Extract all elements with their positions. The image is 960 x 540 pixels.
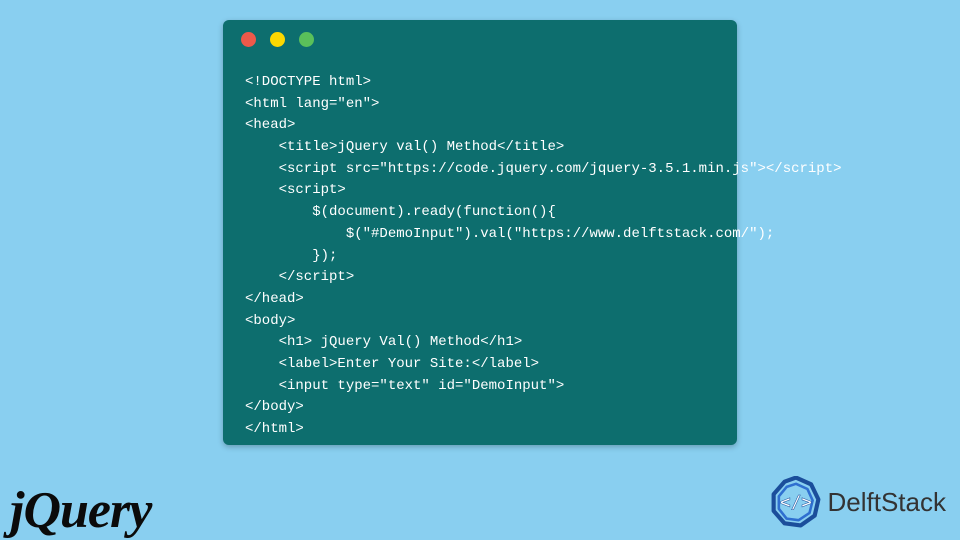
code-block: <!DOCTYPE html> <html lang="en"> <head> … bbox=[223, 58, 737, 459]
maximize-icon[interactable] bbox=[299, 32, 314, 47]
close-icon[interactable] bbox=[241, 32, 256, 47]
minimize-icon[interactable] bbox=[270, 32, 285, 47]
code-line: $(document).ready(function(){ bbox=[245, 204, 556, 220]
code-line: }); bbox=[245, 248, 337, 264]
code-line: <script> bbox=[245, 182, 346, 198]
jquery-logo: jQuery bbox=[10, 481, 151, 540]
code-line: $("#DemoInput").val("https://www.delftst… bbox=[245, 226, 774, 242]
code-line: <input type="text" id="DemoInput"> bbox=[245, 378, 564, 394]
delftstack-icon: </> bbox=[770, 476, 822, 528]
code-line: <html lang="en"> bbox=[245, 96, 379, 112]
delftstack-logo: </> DelftStack bbox=[770, 476, 947, 528]
code-line: <body> bbox=[245, 313, 295, 329]
code-line: <!DOCTYPE html> bbox=[245, 74, 371, 90]
code-line: </script> bbox=[245, 269, 354, 285]
code-line: <script src="https://code.jquery.com/jqu… bbox=[245, 161, 842, 177]
svg-text:</>: </> bbox=[780, 493, 812, 513]
delftstack-text: DelftStack bbox=[828, 487, 947, 518]
code-line: <head> bbox=[245, 117, 295, 133]
code-window: <!DOCTYPE html> <html lang="en"> <head> … bbox=[223, 20, 737, 445]
window-titlebar bbox=[223, 20, 737, 58]
code-line: <h1> jQuery Val() Method</h1> bbox=[245, 334, 522, 350]
code-line: </html> bbox=[245, 421, 304, 437]
code-line: <title>jQuery val() Method</title> bbox=[245, 139, 564, 155]
code-line: <label>Enter Your Site:</label> bbox=[245, 356, 539, 372]
code-line: </body> bbox=[245, 399, 304, 415]
code-line: </head> bbox=[245, 291, 304, 307]
